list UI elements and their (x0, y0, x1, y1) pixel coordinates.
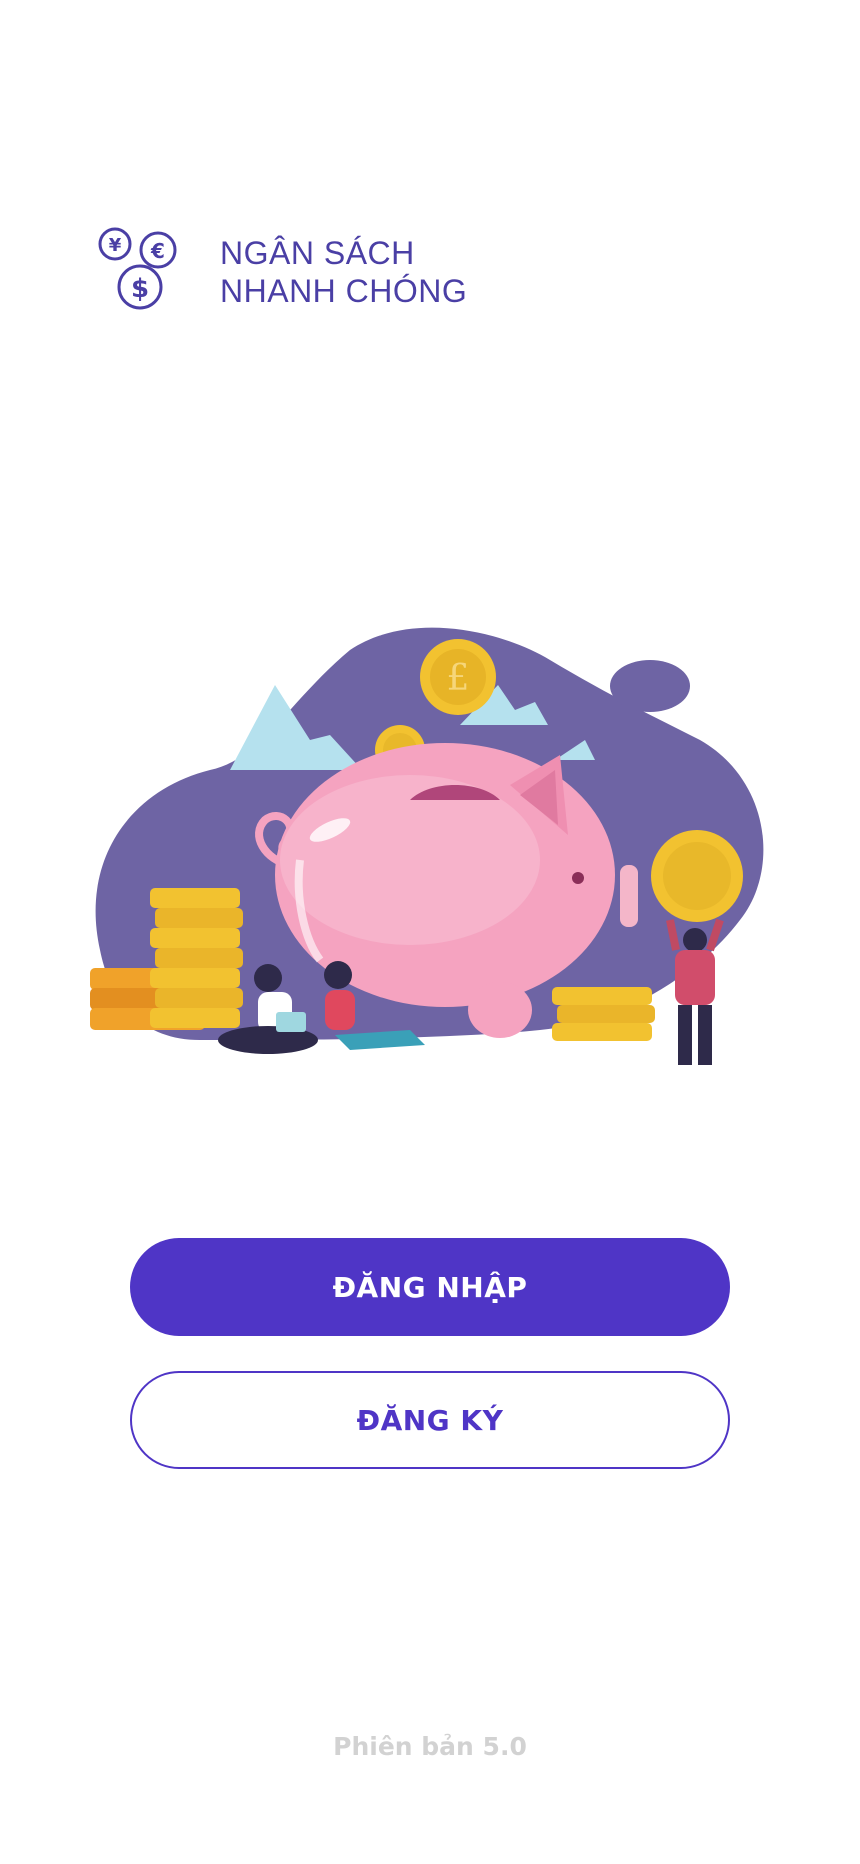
euro-symbol: € (150, 239, 165, 263)
register-button-label: ĐĂNG KÝ (356, 1403, 504, 1437)
app-title-line2: NHANH CHÓNG (220, 273, 468, 309)
login-button[interactable]: ĐĂNG NHẬP (130, 1238, 730, 1336)
pig-eye (572, 872, 584, 884)
svg-text:£: £ (447, 658, 470, 699)
app-title-line1: NGÂN SÁCH (220, 235, 415, 271)
login-button-label: ĐĂNG NHẬP (332, 1270, 528, 1304)
coin-stack-right (552, 987, 655, 1041)
register-button[interactable]: ĐĂNG KÝ (130, 1371, 730, 1469)
pig-leg (468, 982, 532, 1038)
currency-coins-icon: ¥ € $ (98, 226, 180, 310)
piggy-bank-illustration: £ (80, 620, 780, 1100)
app-title: NGÂN SÁCH NHANH CHÓNG (220, 234, 467, 310)
pig-snout (620, 865, 638, 927)
app-version: Phiên bản 5.0 (333, 1732, 527, 1761)
yen-symbol: ¥ (109, 235, 122, 256)
background-small-blob (610, 660, 690, 712)
dollar-symbol: $ (131, 274, 149, 304)
